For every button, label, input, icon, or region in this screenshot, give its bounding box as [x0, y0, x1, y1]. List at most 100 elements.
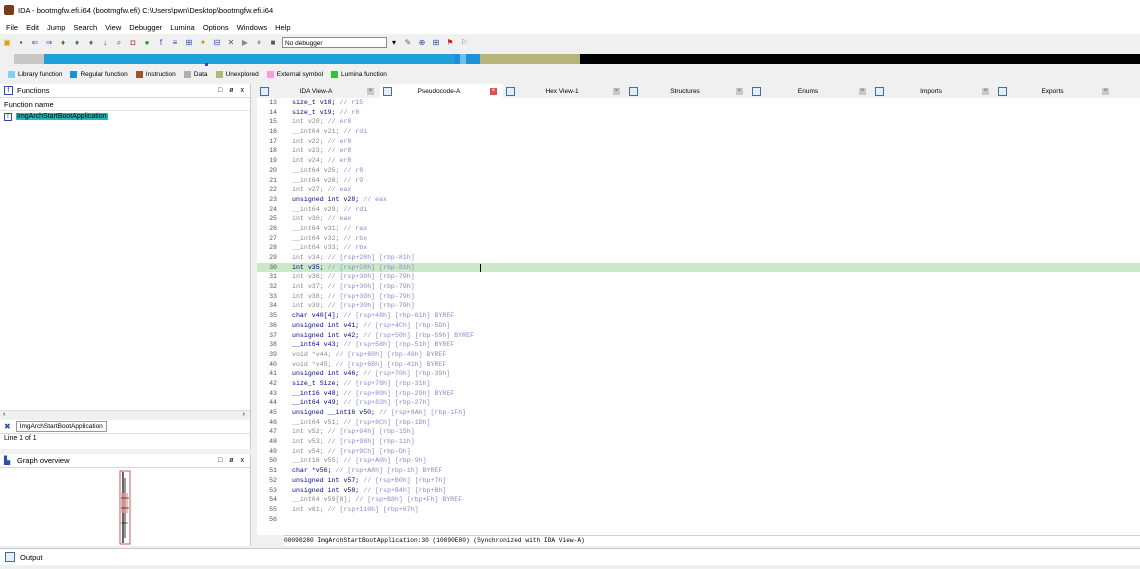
- code-line[interactable]: 55 int v61; // [rsp+110h] [rbp+67h]: [257, 505, 1140, 515]
- menu-item-file[interactable]: File: [6, 23, 18, 32]
- tab-hex-view-1[interactable]: Hex View-1 ×: [503, 84, 626, 98]
- graph-view-icon[interactable]: ◘: [128, 38, 138, 48]
- column-header[interactable]: Function name: [0, 98, 250, 111]
- tab-close-icon[interactable]: ×: [859, 87, 866, 95]
- back-arrow-icon[interactable]: ⇐: [30, 38, 40, 48]
- code-line[interactable]: 20 __int64 v25; // r8: [257, 166, 1140, 176]
- code-line[interactable]: 51 char *v56; // [rsp+A8h] [rbp-1h] BYREF: [257, 466, 1140, 476]
- scroll-right-icon[interactable]: ›: [243, 411, 245, 418]
- output-window-tab[interactable]: Output: [0, 548, 1140, 565]
- filter-input[interactable]: ImgArchStartBootApplication: [15, 421, 107, 432]
- tab-close-icon[interactable]: ×: [613, 87, 620, 95]
- code-line[interactable]: 18 int v23; // er8: [257, 146, 1140, 156]
- code-line[interactable]: 37 unsigned int v42; // [rsp+50h] [rbp-59…: [257, 331, 1140, 341]
- code-line[interactable]: 48 int v53; // [rsp+98h] [rbp-11h]: [257, 437, 1140, 447]
- data-icon[interactable]: ≡: [170, 38, 180, 48]
- code-line[interactable]: 31 int v36; // [rsp+30h] [rbp-79h]: [257, 272, 1140, 282]
- code-line[interactable]: 24 __int64 v29; // rdi: [257, 205, 1140, 215]
- tab-close-icon[interactable]: ×: [490, 87, 497, 95]
- code-line[interactable]: 44 __int64 v49; // [rsp+82h] [rbp-27h]: [257, 398, 1140, 408]
- code-line[interactable]: 16 __int64 v21; // rdi: [257, 127, 1140, 137]
- open-file-icon[interactable]: ▣: [2, 38, 12, 48]
- close-icon[interactable]: x: [241, 87, 245, 94]
- stop-icon[interactable]: ■: [268, 38, 278, 48]
- code-line[interactable]: 38 __int64 v43; // [rsp+58h] [rbp-51h] BY…: [257, 340, 1140, 350]
- menu-item-lumina[interactable]: Lumina: [170, 23, 195, 32]
- code-line[interactable]: 27 __int64 v32; // rbx: [257, 234, 1140, 244]
- code-line[interactable]: 39 void *v44; // [rsp+60h] [rbp-49h] BYRE…: [257, 350, 1140, 360]
- filter-icon[interactable]: ✖: [4, 422, 11, 431]
- lumina-icon[interactable]: ●: [142, 38, 152, 48]
- menu-item-jump[interactable]: Jump: [47, 23, 65, 32]
- code-line[interactable]: 29 int v34; // [rsp+28h] [rbp-81h]: [257, 253, 1140, 263]
- code-line[interactable]: 34 int v39; // [rsp+30h] [rbp-79h]: [257, 301, 1140, 311]
- navigation-band[interactable]: [0, 52, 1140, 66]
- code-line[interactable]: 49 int v54; // [rsp+9Ch] [rbp-Dh]: [257, 447, 1140, 457]
- code-line[interactable]: 54 __int64 v59[8]; // [rsp+B8h] [rbp+Fh] …: [257, 495, 1140, 505]
- code-line[interactable]: 43 __int16 v48; // [rsp+80h] [rbp-29h] BY…: [257, 389, 1140, 399]
- code-line[interactable]: 21 __int64 v26; // r9: [257, 176, 1140, 186]
- tab-close-icon[interactable]: ×: [1102, 87, 1109, 95]
- horizontal-scrollbar[interactable]: ‹ ›: [0, 410, 250, 420]
- code-line[interactable]: 22 int v27; // eax: [257, 185, 1140, 195]
- tab-ida-view-a[interactable]: IDA View-A ×: [257, 84, 380, 98]
- tab-close-icon[interactable]: ×: [982, 87, 989, 95]
- restore-icon[interactable]: □: [218, 457, 222, 464]
- add-bookmark-icon[interactable]: ♦: [72, 38, 82, 48]
- delete-icon[interactable]: ✕: [226, 38, 236, 48]
- code-line[interactable]: 17 int v22; // er8: [257, 137, 1140, 147]
- code-line[interactable]: 26 __int64 v31; // rax: [257, 224, 1140, 234]
- menu-item-help[interactable]: Help: [275, 23, 290, 32]
- code-line[interactable]: 52 unsigned int v57; // [rsp+B0h] [rbp+7h…: [257, 476, 1140, 486]
- tab-imports[interactable]: Imports ×: [872, 84, 995, 98]
- float-icon[interactable]: ø: [229, 457, 233, 464]
- jump-icon[interactable]: ♦: [86, 38, 96, 48]
- close-icon[interactable]: x: [241, 457, 245, 464]
- tab-enums[interactable]: Enums ×: [749, 84, 872, 98]
- scroll-left-icon[interactable]: ‹: [3, 411, 5, 418]
- code-line[interactable]: 25 int v30; // eax: [257, 214, 1140, 224]
- menu-item-search[interactable]: Search: [73, 23, 97, 32]
- code-line[interactable]: 50 __int16 v55; // [rsp+A0h] [rbp-9h]: [257, 456, 1140, 466]
- attach-icon[interactable]: ⚑: [445, 38, 455, 48]
- code-icon[interactable]: ✦: [198, 38, 208, 48]
- restore-icon[interactable]: □: [218, 87, 222, 94]
- code-line[interactable]: 41 unsigned int v46; // [rsp+70h] [rbp-39…: [257, 369, 1140, 379]
- down-arrow-icon[interactable]: ↓: [100, 38, 110, 48]
- code-line[interactable]: 36 unsigned int v41; // [rsp+4Ch] [rbp-5D…: [257, 321, 1140, 331]
- code-line[interactable]: 30 int v35; // [rsp+28h] [rbp-81h]: [257, 262, 1140, 273]
- bookmark-icon[interactable]: ♦: [58, 38, 68, 48]
- pseudocode-view[interactable]: 13 size_t v18; // r15 14 size_t v19; // r8 1…: [257, 98, 1140, 535]
- string-icon[interactable]: ⊞: [184, 38, 194, 48]
- menu-item-options[interactable]: Options: [203, 23, 229, 32]
- debugger-select[interactable]: No debugger: [282, 37, 387, 48]
- tab-pseudocode-a[interactable]: Pseudocode-A ×: [380, 84, 503, 98]
- code-line[interactable]: 23 unsigned int v28; // eax: [257, 195, 1140, 205]
- code-line[interactable]: 14 size_t v19; // r8: [257, 108, 1140, 118]
- tab-exports[interactable]: Exports ×: [995, 84, 1115, 98]
- pause-icon[interactable]: ⏸: [254, 38, 264, 48]
- trace-icon[interactable]: ⊞: [431, 38, 441, 48]
- dropdown-chevron-icon[interactable]: ▾: [389, 38, 399, 48]
- code-line[interactable]: 19 int v24; // er8: [257, 156, 1140, 166]
- code-line[interactable]: 35 char v40[4]; // [rsp+48h] [rbp-61h] BY…: [257, 311, 1140, 321]
- menu-item-edit[interactable]: Edit: [26, 23, 39, 32]
- function-list-item[interactable]: f ImgArchStartBootApplication: [0, 111, 250, 122]
- code-line[interactable]: 45 unsigned __int16 v50; // [rsp+8Ah] [rb…: [257, 408, 1140, 418]
- code-line[interactable]: 53 unsigned int v58; // [rsp+B4h] [rbp+Bh…: [257, 486, 1140, 496]
- menu-item-view[interactable]: View: [105, 23, 121, 32]
- float-icon[interactable]: ø: [229, 87, 233, 94]
- tab-close-icon[interactable]: ×: [367, 87, 374, 95]
- code-line[interactable]: 40 void *v45; // [rsp+68h] [rbp-41h] BYRE…: [257, 360, 1140, 370]
- code-line[interactable]: 47 int v52; // [rsp+94h] [rbp-15h]: [257, 427, 1140, 437]
- forward-arrow-icon[interactable]: ⇒: [44, 38, 54, 48]
- tab-close-icon[interactable]: ×: [736, 87, 743, 95]
- code-line[interactable]: 42 size_t Size; // [rsp+78h] [rbp-31h]: [257, 379, 1140, 389]
- struct-icon[interactable]: ⊟: [212, 38, 222, 48]
- save-icon[interactable]: ▪: [16, 38, 26, 48]
- code-line[interactable]: 33 int v38; // [rsp+30h] [rbp-79h]: [257, 292, 1140, 302]
- tab-structures[interactable]: Structures ×: [626, 84, 749, 98]
- search-icon[interactable]: ⌕: [114, 38, 124, 48]
- menu-item-windows[interactable]: Windows: [237, 23, 267, 32]
- code-line[interactable]: 56: [257, 515, 1140, 525]
